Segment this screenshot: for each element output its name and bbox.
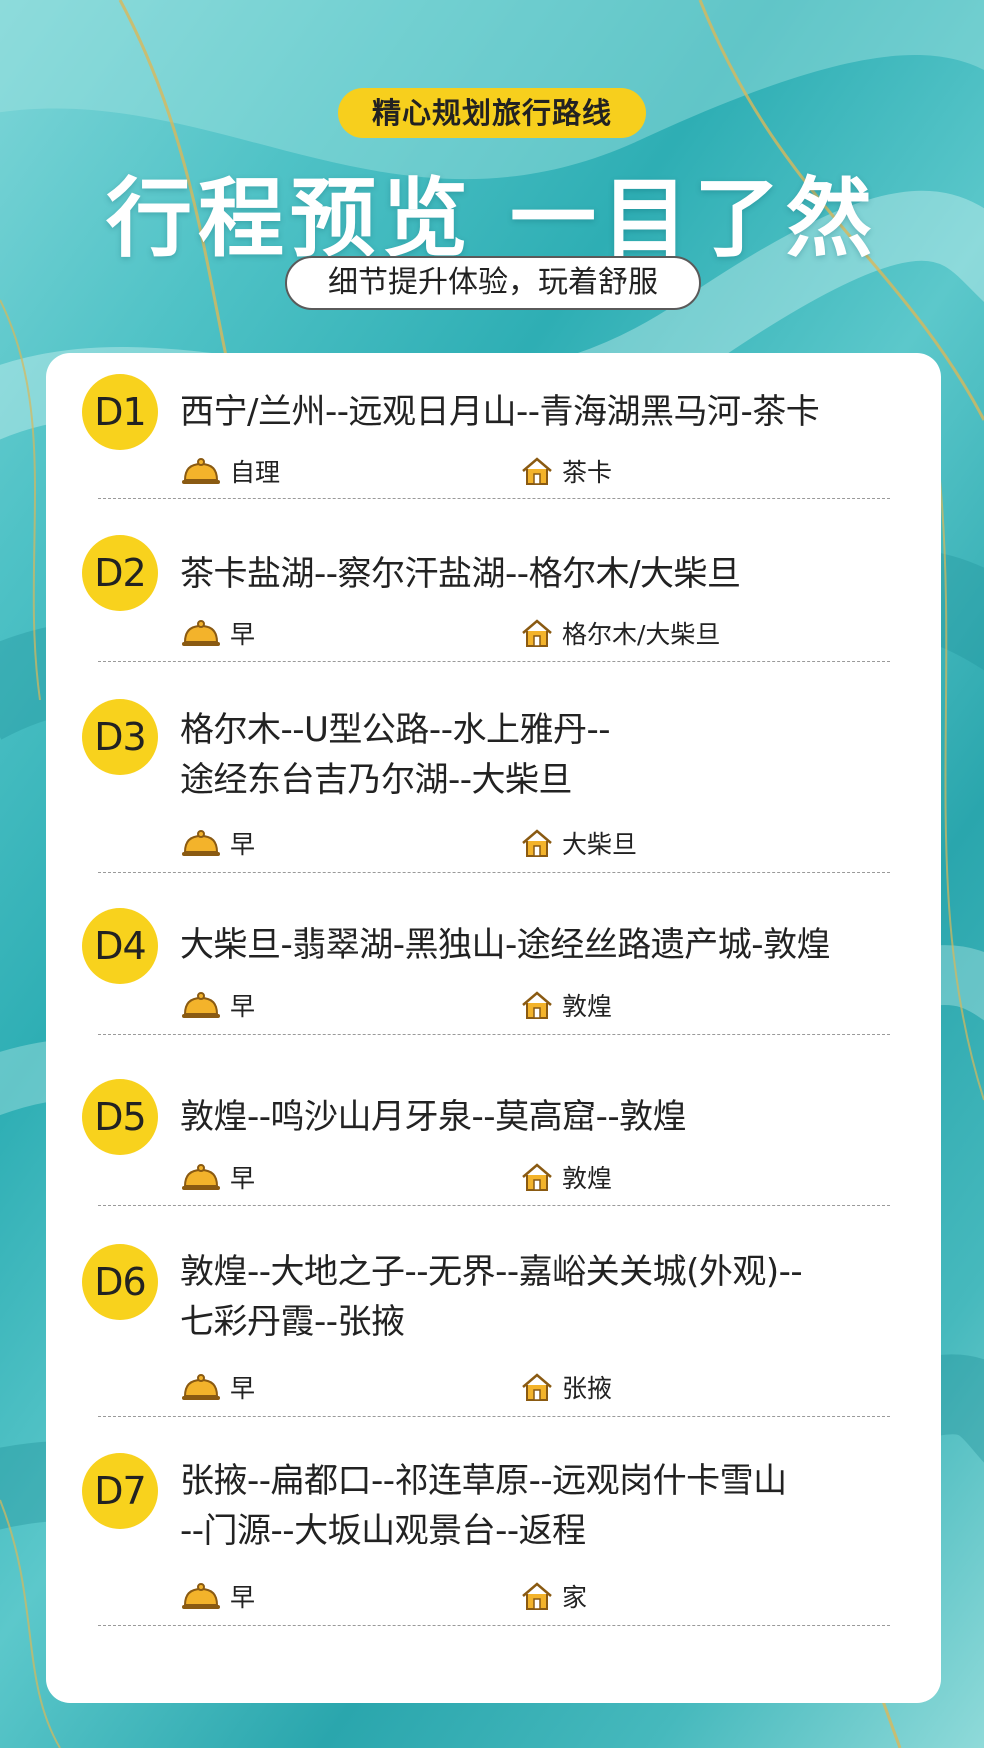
hotel-info: 敦煌 <box>520 987 612 1023</box>
day-route: 茶卡盐湖--察尔汗盐湖--格尔木/大柴旦 <box>180 554 741 594</box>
meal-cloche-icon <box>180 456 222 486</box>
meal-cloche-icon <box>180 1581 222 1611</box>
meal-text: 早 <box>230 830 256 859</box>
day-badge: D2 <box>82 535 158 611</box>
meal-text: 早 <box>230 620 256 649</box>
day-route: 敦煌--鸣沙山月牙泉--莫高窟--敦煌 <box>180 1097 687 1137</box>
hotel-info: 敦煌 <box>520 1159 612 1195</box>
house-icon <box>520 1580 554 1612</box>
meal-info: 早 <box>180 1578 255 1614</box>
meal-info: 早 <box>180 1369 255 1405</box>
day-divider <box>98 1034 890 1035</box>
hotel-info: 茶卡 <box>520 453 612 489</box>
meal-text: 早 <box>230 1164 256 1193</box>
meal-text: 自理 <box>230 458 281 487</box>
day-route: 西宁/兰州--远观日月山--青海湖黑马河-茶卡 <box>180 392 820 432</box>
day-meta: 早 张掖 <box>180 1369 940 1405</box>
day-meta: 早 敦煌 <box>180 1159 940 1195</box>
day-badge: D1 <box>82 374 158 450</box>
day-badge: D4 <box>82 908 158 984</box>
day-route: 敦煌--大地之子--无界--嘉峪关关城(外观)-- 七彩丹霞--张掖 <box>180 1252 803 1342</box>
plan-badge: 精心规划旅行路线 <box>338 88 646 138</box>
meal-info: 自理 <box>180 453 280 489</box>
meal-info: 早 <box>180 987 255 1023</box>
house-icon <box>520 827 554 859</box>
hotel-text: 格尔木/大柴旦 <box>562 620 721 649</box>
house-icon <box>520 617 554 649</box>
meal-info: 早 <box>180 615 255 651</box>
day-meta: 早 格尔木/大柴旦 <box>180 615 940 651</box>
meal-text: 早 <box>230 1583 256 1612</box>
day-meta: 早 敦煌 <box>180 987 940 1023</box>
hotel-text: 张掖 <box>562 1374 613 1403</box>
day-divider <box>98 1625 890 1626</box>
hotel-text: 家 <box>562 1583 588 1612</box>
day-meta: 早 家 <box>180 1578 940 1614</box>
hotel-text: 茶卡 <box>562 458 613 487</box>
day-divider <box>98 498 890 499</box>
day-badge: D5 <box>82 1079 158 1155</box>
meal-info: 早 <box>180 825 255 861</box>
meal-text: 早 <box>230 992 256 1021</box>
page-headline: 行程预览 一目了然 <box>106 169 878 269</box>
meal-info: 早 <box>180 1159 255 1195</box>
meal-cloche-icon <box>180 990 222 1020</box>
meal-cloche-icon <box>180 1162 222 1192</box>
day-route: 张掖--扁都口--祁连草原--远观岗什卡雪山 --门源--大坂山观景台--返程 <box>180 1461 787 1551</box>
day-badge: D3 <box>82 699 158 775</box>
day-divider <box>98 661 890 662</box>
house-icon <box>520 1161 554 1193</box>
subtitle-pill: 细节提升体验，玩着舒服 <box>285 256 701 310</box>
meal-cloche-icon <box>180 828 222 858</box>
hotel-info: 家 <box>520 1578 587 1614</box>
day-badge: D6 <box>82 1244 158 1320</box>
day-route: 格尔木--U型公路--水上雅丹-- 途经东台吉乃尔湖--大柴旦 <box>180 710 611 800</box>
hotel-text: 大柴旦 <box>562 830 638 859</box>
day-badge: D7 <box>82 1453 158 1529</box>
hotel-info: 格尔木/大柴旦 <box>520 615 720 651</box>
house-icon <box>520 1371 554 1403</box>
meal-cloche-icon <box>180 618 222 648</box>
day-meta: 自理 茶卡 <box>180 453 940 489</box>
day-divider <box>98 1416 890 1417</box>
house-icon <box>520 989 554 1021</box>
meal-text: 早 <box>230 1374 256 1403</box>
meal-cloche-icon <box>180 1372 222 1402</box>
hotel-text: 敦煌 <box>562 1164 613 1193</box>
itinerary-card: D1 西宁/兰州--远观日月山--青海湖黑马河-茶卡 自理 茶卡 D2 茶卡盐湖… <box>46 353 941 1703</box>
day-meta: 早 大柴旦 <box>180 825 940 861</box>
house-icon <box>520 455 554 487</box>
day-divider <box>98 872 890 873</box>
hotel-text: 敦煌 <box>562 992 613 1021</box>
hotel-info: 大柴旦 <box>520 825 637 861</box>
hotel-info: 张掖 <box>520 1369 612 1405</box>
day-route: 大柴旦-翡翠湖-黑独山-途经丝路遗产城-敦煌 <box>180 925 831 965</box>
day-divider <box>98 1205 890 1206</box>
